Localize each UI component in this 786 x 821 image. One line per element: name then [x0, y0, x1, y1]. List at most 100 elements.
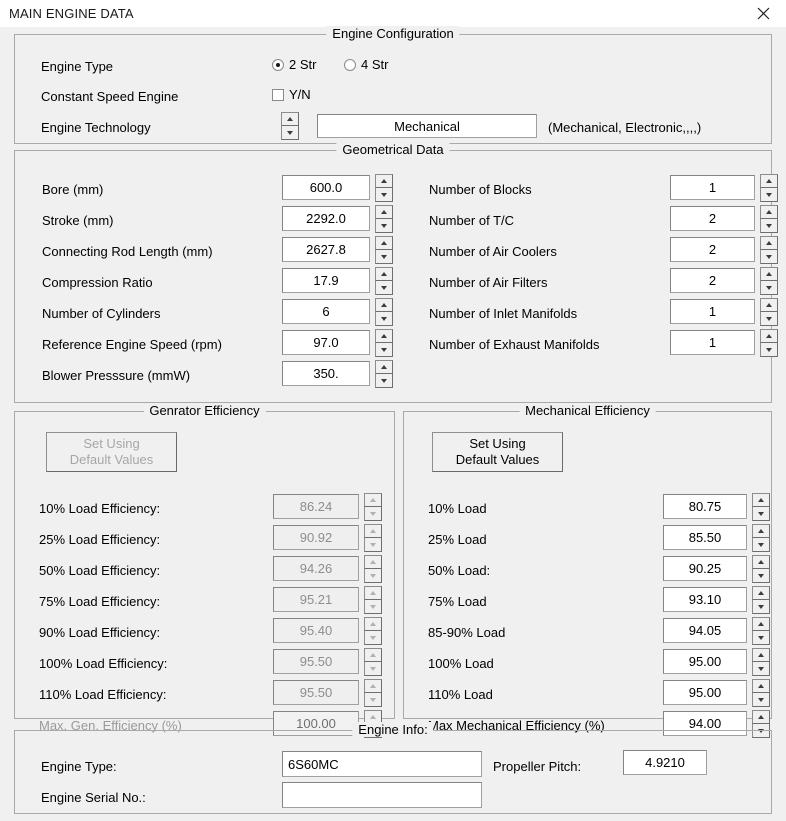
- spinner-up-button[interactable]: [752, 555, 770, 569]
- spinner-up-button[interactable]: [760, 267, 778, 281]
- spinner-up-button[interactable]: [375, 205, 393, 219]
- spinner-down-button[interactable]: [375, 219, 393, 233]
- spinner-mech-85-90-load[interactable]: [752, 617, 770, 645]
- chevron-down-icon: [381, 223, 387, 228]
- spinner-down-button[interactable]: [752, 631, 770, 645]
- radio-2-str[interactable]: 2 Str: [272, 57, 316, 72]
- spinner-down-button[interactable]: [752, 600, 770, 614]
- spinner-down-button[interactable]: [752, 693, 770, 707]
- spinner-mech-75-load[interactable]: [752, 586, 770, 614]
- spinner-number-of-tc[interactable]: [760, 205, 778, 233]
- input-gen-75-load: 95.21: [273, 587, 359, 612]
- chevron-up-icon: [758, 498, 764, 502]
- spinner-up-button[interactable]: [281, 112, 299, 126]
- spinner-stroke[interactable]: [375, 205, 393, 233]
- spinner-down-button[interactable]: [760, 219, 778, 233]
- input-number-of-cylinders[interactable]: 6: [282, 299, 370, 324]
- spinner-up-button[interactable]: [752, 617, 770, 631]
- spinner-down-button[interactable]: [752, 662, 770, 676]
- spinner-down-button[interactable]: [760, 250, 778, 264]
- input-stroke[interactable]: 2292.0: [282, 206, 370, 231]
- spinner-mech-25-load[interactable]: [752, 524, 770, 552]
- spinner-down-button[interactable]: [752, 538, 770, 552]
- spinner-connecting-rod-length[interactable]: [375, 236, 393, 264]
- spinner-mech-50-load[interactable]: [752, 555, 770, 583]
- spinner-gen-90-load: [364, 617, 382, 645]
- spinner-number-of-air-filters[interactable]: [760, 267, 778, 295]
- spinner-down-button[interactable]: [375, 312, 393, 326]
- spinner-up-button[interactable]: [760, 174, 778, 188]
- spinner-up-button[interactable]: [752, 710, 770, 724]
- spinner-up-button[interactable]: [752, 679, 770, 693]
- close-button[interactable]: [740, 0, 786, 27]
- spinner-mech-10-load[interactable]: [752, 493, 770, 521]
- spinner-number-of-exhaust-manifolds[interactable]: [760, 329, 778, 357]
- spinner-up-button[interactable]: [375, 360, 393, 374]
- spinner-mech-100-load[interactable]: [752, 648, 770, 676]
- spinner-gen-50-load: [364, 555, 382, 583]
- input-number-of-air-filters[interactable]: 2: [670, 268, 755, 293]
- input-mech-50-load[interactable]: 90.25: [663, 556, 747, 581]
- input-reference-engine-speed[interactable]: 97.0: [282, 330, 370, 355]
- input-propeller-pitch[interactable]: 4.9210: [623, 750, 707, 775]
- input-number-of-blocks[interactable]: 1: [670, 175, 755, 200]
- input-number-of-exhaust-manifolds[interactable]: 1: [670, 330, 755, 355]
- spinner-up-button[interactable]: [752, 493, 770, 507]
- spinner-bore[interactable]: [375, 174, 393, 202]
- input-mech-110-load[interactable]: 95.00: [663, 680, 747, 705]
- spinner-up-button[interactable]: [375, 298, 393, 312]
- input-mech-85-90-load[interactable]: 94.05: [663, 618, 747, 643]
- spinner-number-of-cylinders[interactable]: [375, 298, 393, 326]
- spinner-number-of-blocks[interactable]: [760, 174, 778, 202]
- input-engine-info-engine-type[interactable]: 6S60MC: [282, 751, 482, 777]
- spinner-up-button[interactable]: [375, 329, 393, 343]
- spinner-up-button[interactable]: [752, 648, 770, 662]
- input-number-of-inlet-manifolds[interactable]: 1: [670, 299, 755, 324]
- spinner-up-button[interactable]: [760, 329, 778, 343]
- input-engine-serial-no[interactable]: [282, 782, 482, 808]
- spinner-mech-110-load[interactable]: [752, 679, 770, 707]
- spinner-down-button[interactable]: [760, 312, 778, 326]
- spinner-engine-technology[interactable]: [281, 112, 299, 140]
- radio-4-str[interactable]: 4 Str: [344, 57, 388, 72]
- spinner-up-button[interactable]: [760, 236, 778, 250]
- spinner-down-button[interactable]: [375, 343, 393, 357]
- input-blower-pressure[interactable]: 350.: [282, 361, 370, 386]
- spinner-down-button[interactable]: [760, 343, 778, 357]
- input-compression-ratio[interactable]: 17.9: [282, 268, 370, 293]
- input-mech-100-load[interactable]: 95.00: [663, 649, 747, 674]
- input-connecting-rod-length[interactable]: 2627.8: [282, 237, 370, 262]
- input-number-of-tc[interactable]: 2: [670, 206, 755, 231]
- spinner-up-button[interactable]: [375, 267, 393, 281]
- spinner-up-button[interactable]: [375, 236, 393, 250]
- spinner-reference-engine-speed[interactable]: [375, 329, 393, 357]
- spinner-up-button[interactable]: [760, 298, 778, 312]
- input-mech-75-load[interactable]: 93.10: [663, 587, 747, 612]
- spinner-down-button[interactable]: [752, 569, 770, 583]
- input-bore[interactable]: 600.0: [282, 175, 370, 200]
- input-mech-10-load[interactable]: 80.75: [663, 494, 747, 519]
- checkbox-constant-speed-engine[interactable]: Y/N: [272, 87, 311, 102]
- spinner-compression-ratio[interactable]: [375, 267, 393, 295]
- mechanical-set-default-values-button[interactable]: Set Using Default Values: [432, 432, 563, 472]
- input-number-of-air-coolers[interactable]: 2: [670, 237, 755, 262]
- spinner-down-button[interactable]: [375, 250, 393, 264]
- chevron-up-icon: [758, 560, 764, 564]
- spinner-down-button[interactable]: [375, 281, 393, 295]
- spinner-down-button[interactable]: [760, 281, 778, 295]
- input-engine-technology[interactable]: Mechanical: [317, 114, 537, 138]
- spinner-up-button[interactable]: [375, 174, 393, 188]
- spinner-number-of-air-coolers[interactable]: [760, 236, 778, 264]
- spinner-blower-pressure[interactable]: [375, 360, 393, 388]
- spinner-down-button[interactable]: [375, 188, 393, 202]
- spinner-down-button[interactable]: [281, 126, 299, 140]
- spinner-up-button[interactable]: [752, 586, 770, 600]
- spinner-down-button[interactable]: [760, 188, 778, 202]
- spinner-number-of-inlet-manifolds[interactable]: [760, 298, 778, 326]
- spinner-down-button[interactable]: [375, 374, 393, 388]
- input-mech-25-load[interactable]: 85.50: [663, 525, 747, 550]
- spinner-up-button[interactable]: [752, 524, 770, 538]
- chevron-up-icon: [766, 241, 772, 245]
- spinner-down-button[interactable]: [752, 507, 770, 521]
- spinner-up-button[interactable]: [760, 205, 778, 219]
